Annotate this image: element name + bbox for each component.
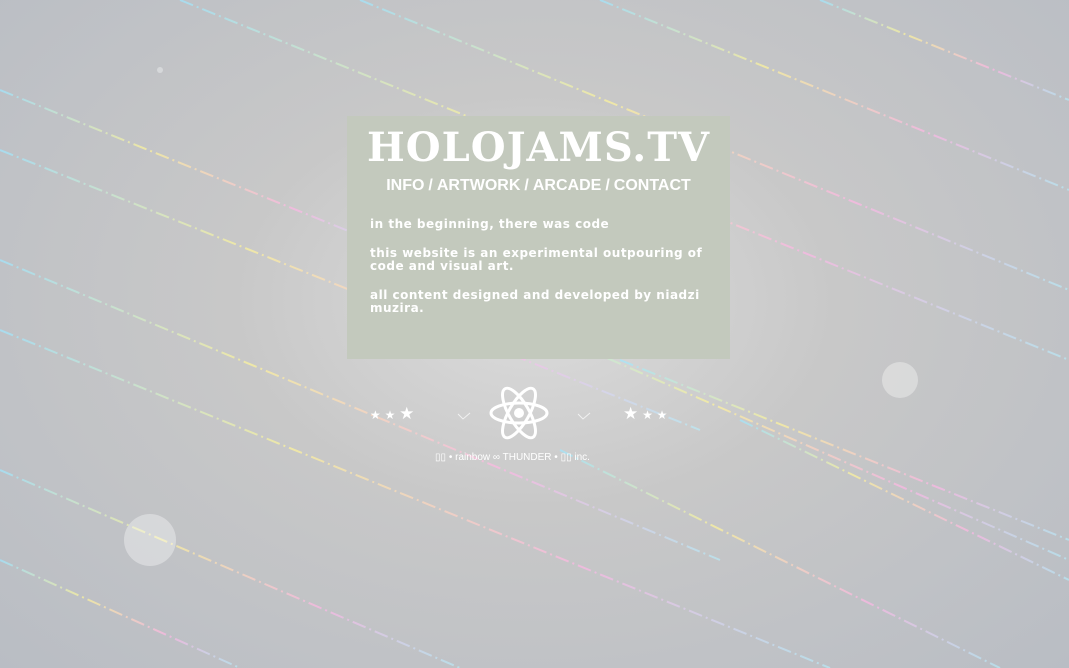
info-card: HOLOJAMS.TV INFO / ARTWORK / ARCADE / CONTACT … (347, 116, 730, 359)
nav-arcade-link[interactable]: ARCADE (533, 177, 601, 194)
footer-emblem-row: ★ ★ ★ ★ ★ ★ (365, 380, 675, 445)
nav-separator: / (605, 177, 610, 194)
intro-paragraph: this website is an experimental outpouri… (370, 246, 703, 273)
intro-paragraph: in the beginning, there was code (370, 217, 610, 231)
footer-credit: ▯▯ • rainbow ∞ THUNDER • ▯▯ inc. (435, 452, 590, 463)
check-left-icon (457, 412, 471, 420)
intro-text: in the beginning, there was code this we… (370, 218, 710, 331)
main-nav: INFO / ARTWORK / ARCADE / CONTACT (347, 177, 730, 195)
nav-separator: / (428, 177, 433, 194)
stars-right-icon: ★ ★ ★ (623, 404, 668, 424)
nav-artwork-link[interactable]: ARTWORK (437, 177, 521, 194)
check-right-icon (577, 412, 591, 420)
nav-separator: / (524, 177, 529, 194)
atom-icon[interactable] (489, 382, 549, 444)
stars-left-icon: ★ ★ ★ (370, 404, 415, 424)
nav-contact-link[interactable]: CONTACT (614, 177, 691, 194)
site-logo[interactable]: HOLOJAMS.TV (347, 124, 730, 171)
intro-paragraph: all content designed and developed by ni… (370, 288, 700, 315)
nav-info-link[interactable]: INFO (386, 177, 424, 194)
